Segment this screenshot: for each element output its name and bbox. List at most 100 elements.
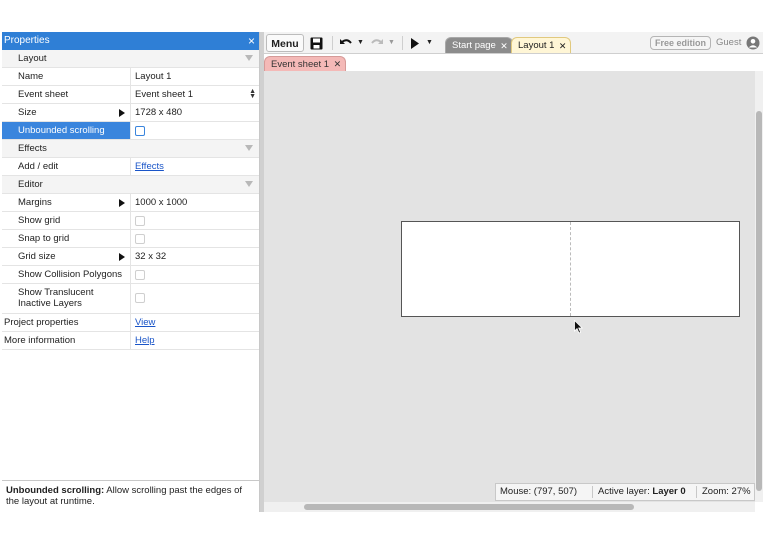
section-layout[interactable]: Layout [2, 50, 259, 68]
expand-arrow-icon[interactable] [119, 199, 125, 207]
play-dropdown-icon[interactable]: ▼ [426, 34, 434, 52]
prop-label: Show grid [18, 215, 61, 226]
tab-label: Layout 1 [518, 40, 555, 51]
name-field[interactable]: Layout 1 [130, 68, 259, 85]
guest-label[interactable]: Guest [716, 36, 741, 50]
prop-label: Unbounded scrolling [2, 122, 130, 139]
prop-row-name: Name Layout 1 [2, 68, 259, 86]
show-collision-polygons-checkbox[interactable] [135, 270, 145, 280]
free-edition-badge[interactable]: Free edition [650, 36, 712, 50]
vertical-scrollbar[interactable] [755, 71, 763, 502]
select-arrows-icon: ▲ ▼ [249, 88, 256, 100]
effects-link[interactable]: Effects [135, 161, 164, 172]
section-effects-label: Effects [18, 143, 47, 154]
tab-label: Event sheet 1 [271, 59, 330, 70]
toolbar-separator [402, 36, 403, 50]
show-translucent-value [130, 284, 259, 313]
main-toolbar: Menu ▼ ▼ ▼ Start page ✕ Layout 1 ✕ Free … [264, 32, 763, 54]
prop-row-event-sheet: Event sheet Event sheet 1 ▲ ▼ [2, 86, 259, 104]
prop-label: Add / edit [18, 161, 59, 172]
close-tab-icon[interactable]: ✕ [559, 38, 567, 54]
event-sheet-select[interactable]: Event sheet 1 ▲ ▼ [130, 86, 259, 103]
prop-label-line: Show Translucent [18, 287, 94, 298]
show-grid-value [130, 212, 259, 229]
help-title: Unbounded scrolling: [6, 485, 105, 496]
expand-arrow-icon[interactable] [119, 253, 125, 261]
prop-row-show-grid: Show grid [2, 212, 259, 230]
expand-arrow-icon[interactable] [119, 109, 125, 117]
tab-label: Start page [452, 40, 496, 51]
show-grid-checkbox[interactable] [135, 216, 145, 226]
mouse-position: Mouse: (797, 507) [500, 486, 578, 497]
prop-row-more-information: More information Help [2, 332, 259, 350]
snap-to-grid-checkbox[interactable] [135, 234, 145, 244]
vertical-scrollbar-thumb[interactable] [756, 111, 762, 491]
redo-dropdown-icon[interactable]: ▼ [388, 34, 396, 52]
active-layer-prefix: Active layer: [598, 486, 653, 497]
layout-area[interactable] [401, 221, 740, 317]
prop-label: More information [4, 335, 76, 346]
prop-label: Project properties [4, 317, 79, 328]
section-editor[interactable]: Editor [2, 176, 259, 194]
section-effects[interactable]: Effects [2, 140, 259, 158]
prop-row-show-collision-polygons: Show Collision Polygons [2, 266, 259, 284]
close-tab-icon[interactable]: ✕ [500, 38, 508, 54]
menu-button[interactable]: Menu [266, 34, 304, 52]
prop-label: Grid size [18, 251, 56, 262]
add-edit-value: Effects [130, 158, 259, 175]
more-information-value: Help [130, 332, 259, 349]
prop-label: Event sheet [18, 89, 69, 100]
undo-icon[interactable] [339, 34, 353, 52]
prop-row-add-edit: Add / edit Effects [2, 158, 259, 176]
tab-event-sheet-1[interactable]: Event sheet 1 ✕ [264, 56, 347, 72]
active-layer-value: Layer 0 [652, 486, 686, 497]
play-icon[interactable] [410, 34, 422, 52]
size-value: 1728 x 480 [135, 107, 183, 118]
status-separator [592, 486, 593, 498]
prop-row-size: Size 1728 x 480 [2, 104, 259, 122]
collapse-arrow-icon[interactable] [245, 55, 253, 61]
close-icon[interactable]: × [248, 32, 255, 50]
prop-label-line: Inactive Layers [18, 298, 82, 309]
user-icon[interactable] [746, 36, 760, 50]
toolbar-separator [332, 36, 333, 50]
prop-row-snap-to-grid: Snap to grid [2, 230, 259, 248]
collapse-arrow-icon[interactable] [245, 181, 253, 187]
prop-row-project-properties: Project properties View [2, 314, 259, 332]
grid-size-field[interactable]: 32 x 32 [119, 248, 259, 265]
close-tab-icon[interactable]: ✕ [334, 57, 342, 72]
view-link[interactable]: View [135, 317, 155, 328]
unbounded-scrolling-checkbox[interactable] [135, 126, 145, 136]
viewport-boundary-line [570, 222, 571, 316]
horizontal-scrollbar-thumb[interactable] [304, 504, 634, 510]
redo-icon[interactable] [370, 34, 384, 52]
property-help-box: Unbounded scrolling: Allow scrolling pas… [2, 480, 259, 512]
event-sheet-select-value: Event sheet 1 [135, 89, 194, 100]
tab-layout-1[interactable]: Layout 1 ✕ [511, 37, 572, 54]
layout-view[interactable] [264, 71, 755, 502]
help-link[interactable]: Help [135, 335, 155, 346]
prop-row-grid-size: Grid size 32 x 32 [2, 248, 259, 266]
status-separator [696, 486, 697, 498]
prop-label: Show Translucent Inactive Layers [2, 284, 130, 313]
save-icon[interactable] [310, 34, 324, 52]
prop-label: Show Collision Polygons [18, 269, 123, 280]
undo-dropdown-icon[interactable]: ▼ [357, 34, 365, 52]
zoom-level: Zoom: 27% [702, 486, 751, 497]
prop-label: Size [18, 107, 37, 118]
show-collision-value [130, 266, 259, 283]
collapse-arrow-icon[interactable] [245, 145, 253, 151]
unbounded-scrolling-value [130, 122, 259, 139]
horizontal-scrollbar[interactable] [264, 502, 755, 512]
properties-title: Properties [4, 35, 50, 46]
margins-field[interactable]: 1000 x 1000 [119, 194, 259, 211]
prop-row-margins: Margins 1000 x 1000 [2, 194, 259, 212]
prop-label: Margins [18, 197, 52, 208]
tab-start-page[interactable]: Start page ✕ [445, 37, 513, 53]
size-field[interactable]: 1728 x 480 [119, 104, 259, 121]
show-translucent-checkbox[interactable] [135, 293, 145, 303]
mouse-cursor-icon [574, 319, 584, 334]
status-bar: Mouse: (797, 507) Active layer: Layer 0 … [495, 483, 755, 501]
prop-row-unbounded-scrolling[interactable]: Unbounded scrolling [2, 122, 259, 140]
prop-row-show-translucent: Show Translucent Inactive Layers [2, 284, 259, 314]
